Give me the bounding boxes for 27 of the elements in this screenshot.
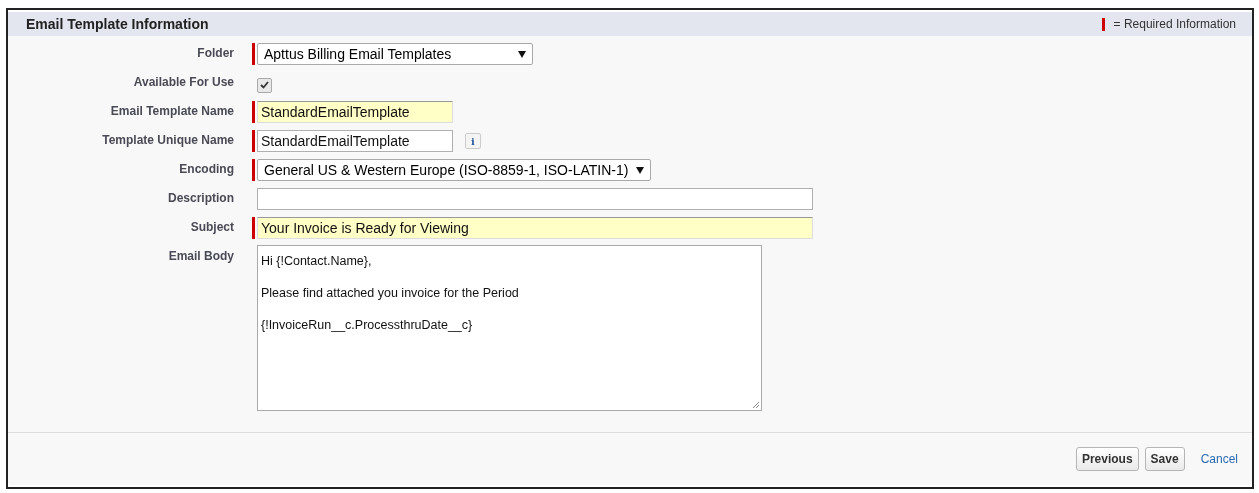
- field-label: Description: [167, 190, 234, 205]
- field-label: Subject: [189, 219, 234, 234]
- section-title: Email Template Information: [26, 16, 209, 32]
- legend-text: = Required Information: [1113, 17, 1236, 31]
- text-field[interactable]: [257, 188, 813, 210]
- text-field[interactable]: StandardEmailTemplate: [257, 101, 453, 123]
- email-body-field[interactable]: Hi {!Contact.Name}, Please find attached you invoice for the Period {!InvoiceRun__c.ProcessthruDate__c}: [257, 245, 762, 411]
- checkbox[interactable]: [257, 77, 272, 93]
- info-button[interactable]: i: [465, 133, 481, 149]
- resize-grip-icon: [752, 401, 760, 409]
- checkmark-icon: [260, 81, 269, 89]
- dropdown[interactable]: General US & Western Europe (ISO-8859-1, ISO-LATIN-1): [257, 159, 652, 181]
- form-button[interactable]: Previous: [1075, 447, 1139, 471]
- field-label: Email Body: [167, 248, 234, 263]
- form-button[interactable]: Save: [1144, 447, 1185, 471]
- cancel-link[interactable]: Cancel: [1200, 452, 1238, 466]
- dropdown[interactable]: Apttus Billing Email Templates: [257, 43, 533, 65]
- field-label: Folder: [196, 45, 234, 60]
- caret-icon: [518, 50, 526, 58]
- caret-icon: [636, 166, 645, 174]
- field-label: Available For Use: [132, 74, 234, 89]
- field-label: Encoding: [178, 161, 234, 176]
- text-field[interactable]: Your Invoice is Ready for Viewing: [257, 217, 813, 239]
- text-field[interactable]: StandardEmailTemplate: [257, 130, 453, 152]
- required-marker: [1101, 17, 1105, 31]
- field-label: Template Unique Name: [101, 132, 234, 147]
- field-label: Email Template Name: [109, 103, 234, 118]
